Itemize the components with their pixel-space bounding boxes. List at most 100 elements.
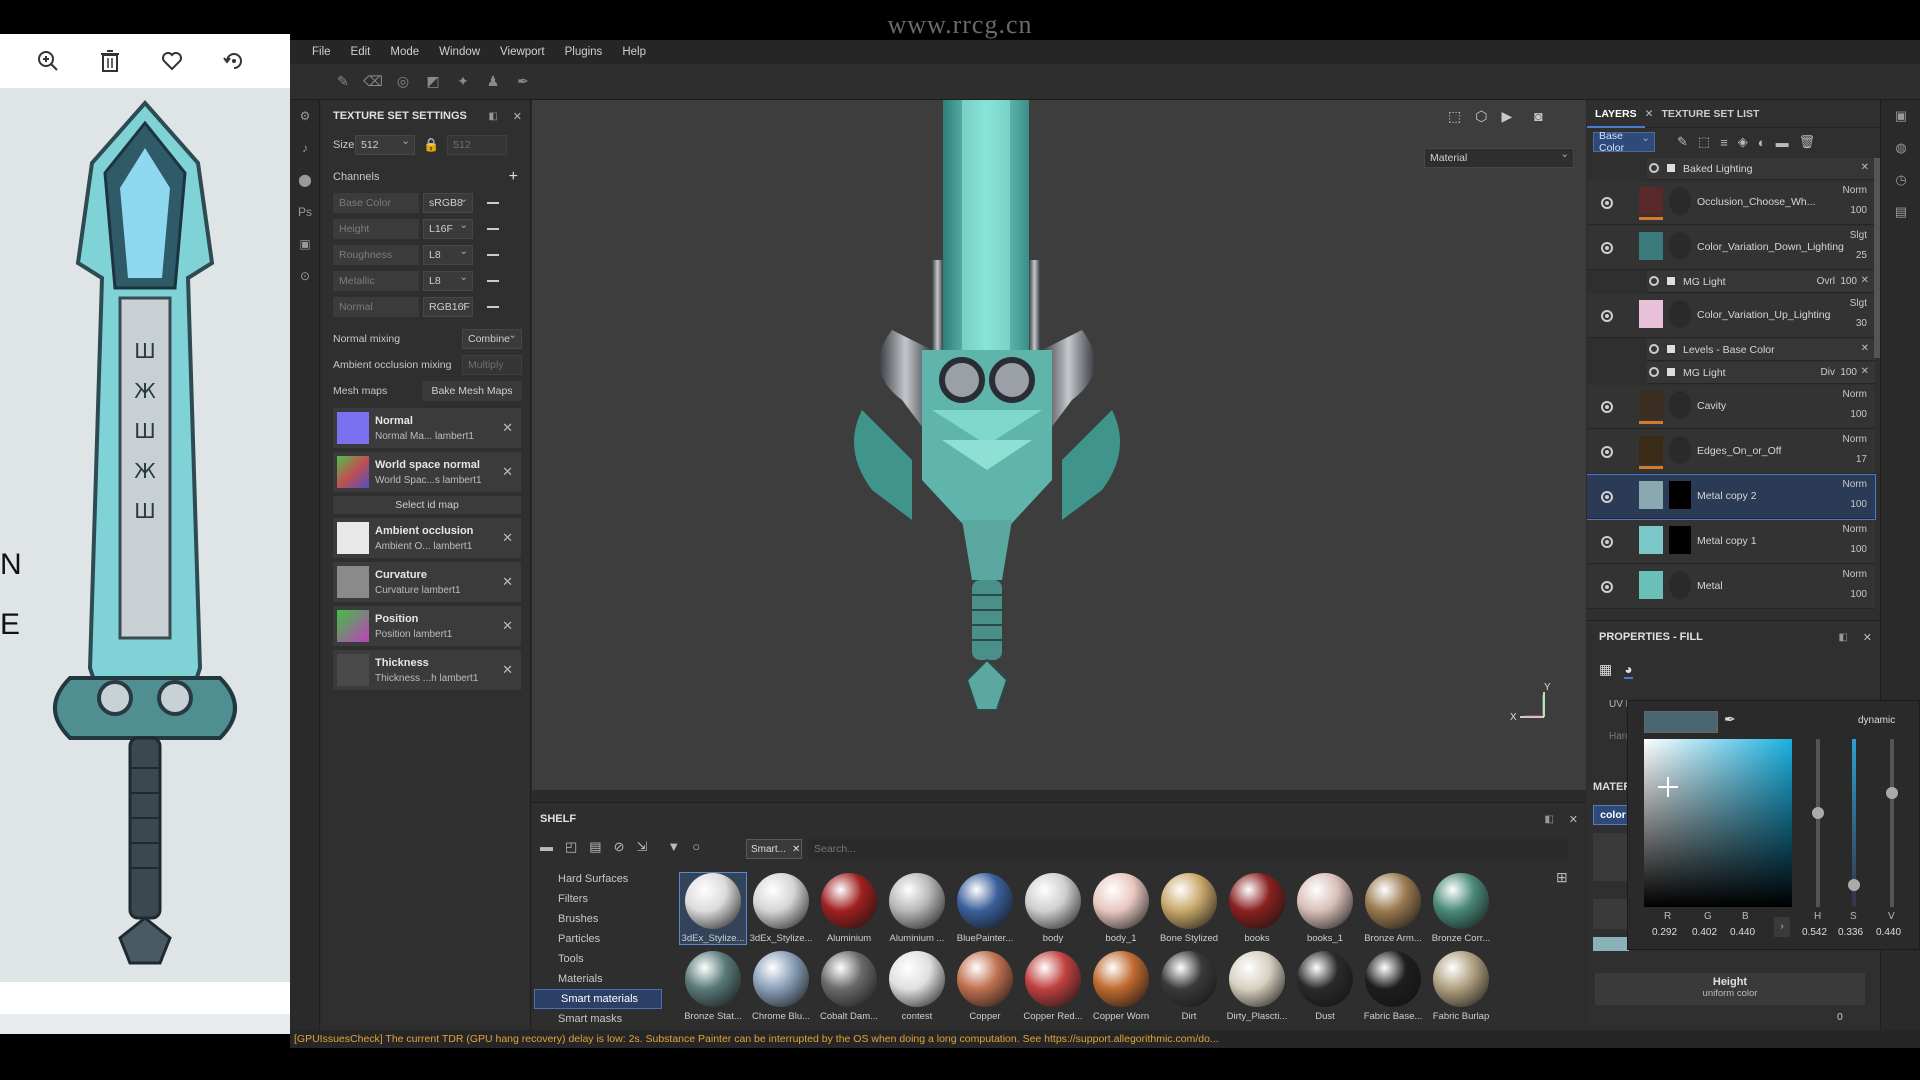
menu-mode[interactable]: Mode bbox=[380, 46, 429, 58]
layer-row[interactable]: Metal copy 2 Norm 100 bbox=[1587, 474, 1876, 520]
select-id-map-button[interactable]: Select id map bbox=[333, 496, 521, 514]
close-icon[interactable]: ✕ bbox=[1645, 108, 1654, 120]
smart-material-thumbnail[interactable]: contest bbox=[884, 951, 950, 1022]
filter-tag[interactable]: Smart... ✕ bbox=[746, 839, 802, 859]
layer-blend-mode[interactable]: Norm bbox=[1843, 524, 1867, 535]
smart-material-thumbnail[interactable]: Fabric Base... bbox=[1360, 951, 1426, 1022]
effect-blend-mode[interactable]: Ovrl bbox=[1817, 276, 1835, 287]
menu-viewport[interactable]: Viewport bbox=[490, 46, 555, 58]
b-value[interactable]: 0.440 bbox=[1730, 927, 1755, 938]
new-icon[interactable]: ◰ bbox=[565, 839, 577, 855]
effect-blend-mode[interactable]: Div bbox=[1821, 367, 1835, 378]
menu-edit[interactable]: Edit bbox=[341, 46, 381, 58]
channel-format-select[interactable]: L8 bbox=[423, 271, 473, 291]
layer-effect-row[interactable]: MG Light Ovrl 100 ✕ bbox=[1647, 271, 1875, 293]
history-icon[interactable]: ◷ bbox=[1881, 164, 1920, 196]
pin-icon[interactable]: ◧ bbox=[489, 111, 498, 122]
value-slider[interactable] bbox=[1886, 739, 1898, 907]
clone-stamp-icon[interactable]: ♟ bbox=[484, 73, 502, 91]
shelf-category-item[interactable]: Smart masks bbox=[532, 1009, 662, 1029]
add-mask-icon[interactable]: ◐ bbox=[1758, 135, 1766, 150]
layer-effect-row[interactable]: MG Light Div 100 ✕ bbox=[1647, 362, 1875, 384]
channel-select[interactable]: Base Color bbox=[1593, 130, 1655, 154]
trash-icon[interactable] bbox=[92, 43, 128, 79]
layer-blend-mode[interactable]: Norm bbox=[1843, 434, 1867, 445]
size-select[interactable]: 512 bbox=[355, 135, 415, 155]
export-icon[interactable]: ▣ bbox=[290, 228, 320, 260]
tab-layers[interactable]: LAYERS bbox=[1587, 100, 1645, 128]
layer-mask-thumbnail[interactable] bbox=[1669, 571, 1691, 599]
2d-view-icon[interactable]: ⬚ bbox=[1448, 108, 1461, 125]
visibility-eye-icon[interactable] bbox=[1601, 241, 1613, 254]
layer-name[interactable]: Metal copy 1 bbox=[1697, 535, 1757, 547]
smart-material-thumbnail[interactable]: Copper Worn bbox=[1088, 951, 1154, 1022]
smart-material-thumbnail[interactable]: Copper bbox=[952, 951, 1018, 1022]
layer-row[interactable]: Cavity Norm 100 bbox=[1587, 385, 1875, 429]
remove-map-icon[interactable]: ✕ bbox=[502, 662, 513, 678]
remove-effect-icon[interactable]: ✕ bbox=[1861, 275, 1869, 286]
layers-icon[interactable]: ▣ bbox=[1881, 100, 1920, 132]
smart-material-thumbnail[interactable]: Aluminium bbox=[816, 873, 882, 944]
layer-mask-thumbnail[interactable] bbox=[1669, 436, 1691, 464]
smart-material-thumbnail[interactable]: Bronze Corr... bbox=[1428, 873, 1494, 944]
viewport-mode-select[interactable]: Material bbox=[1424, 148, 1574, 168]
close-icon[interactable]: ✕ bbox=[1569, 813, 1578, 826]
mesh-map-item[interactable]: Position Position lambert1 ✕ bbox=[333, 606, 521, 646]
remove-filter-icon[interactable]: ✕ bbox=[792, 844, 800, 855]
h-value[interactable]: 0.542 bbox=[1802, 927, 1827, 938]
visibility-eye-icon[interactable] bbox=[1649, 163, 1659, 173]
smart-material-thumbnail[interactable]: Cobalt Dam... bbox=[816, 951, 882, 1022]
3d-view-icon[interactable]: ⬡ bbox=[1475, 108, 1487, 125]
menu-help[interactable]: Help bbox=[612, 46, 656, 58]
layer-name[interactable]: Color_Variation_Up_Lighting bbox=[1697, 309, 1830, 321]
layer-name[interactable]: Edges_On_or_Off bbox=[1697, 445, 1781, 457]
remove-effect-icon[interactable]: ✕ bbox=[1861, 343, 1869, 354]
s-value[interactable]: 0.336 bbox=[1838, 927, 1863, 938]
layer-mask-thumbnail[interactable] bbox=[1669, 526, 1691, 554]
smart-material-thumbnail[interactable]: Fabric Burlap bbox=[1428, 951, 1494, 1022]
remove-effect-icon[interactable]: ✕ bbox=[1861, 366, 1869, 377]
smart-material-thumbnail[interactable]: Copper Red... bbox=[1020, 951, 1086, 1022]
lock-icon[interactable]: 🔒 bbox=[423, 137, 439, 153]
bell-icon[interactable]: ♪ bbox=[290, 132, 320, 164]
layer-opacity[interactable]: 17 bbox=[1856, 454, 1867, 465]
layer-row[interactable]: Color_Variation_Up_Lighting Slgt 30 bbox=[1587, 294, 1875, 338]
bake-mesh-maps-button[interactable]: Bake Mesh Maps bbox=[422, 381, 522, 401]
layer-opacity[interactable]: 100 bbox=[1850, 409, 1867, 420]
eraser-icon[interactable]: ⌫ bbox=[363, 73, 383, 91]
3d-viewport[interactable]: Y X ⬚ ⬡ ▶ ◙ Material bbox=[532, 100, 1586, 790]
shelf-category-item[interactable]: Filters bbox=[532, 889, 662, 909]
height-channel-block[interactable]: Height uniform color bbox=[1595, 973, 1865, 1005]
folder-icon[interactable]: ▬ bbox=[540, 839, 553, 855]
smart-material-thumbnail[interactable]: books_1 bbox=[1292, 873, 1358, 944]
smart-material-thumbnail[interactable]: 3dEx_Stylize... bbox=[748, 873, 814, 944]
visibility-eye-icon[interactable] bbox=[1601, 445, 1613, 458]
layer-mask-thumbnail[interactable] bbox=[1669, 187, 1691, 215]
layer-row[interactable]: Occlusion_Choose_Wh... Norm 100 bbox=[1587, 181, 1875, 225]
import-icon[interactable]: ⇲ bbox=[637, 839, 648, 855]
layer-name[interactable]: Occlusion_Choose_Wh... bbox=[1697, 196, 1815, 208]
shelf-category-item[interactable]: Hard Surfaces bbox=[532, 869, 662, 889]
visibility-eye-icon[interactable] bbox=[1601, 309, 1613, 322]
add-channel-icon[interactable]: + bbox=[509, 168, 518, 186]
hide-icon[interactable]: ⊘ bbox=[614, 839, 625, 855]
v-value[interactable]: 0.440 bbox=[1876, 927, 1901, 938]
layer-mask-thumbnail[interactable] bbox=[1669, 300, 1691, 328]
layer-name[interactable]: Metal bbox=[1697, 580, 1723, 592]
delete-layer-icon[interactable]: 🗑 bbox=[1799, 134, 1816, 150]
layer-blend-mode[interactable]: Slgt bbox=[1850, 298, 1867, 309]
remove-map-icon[interactable]: ✕ bbox=[502, 464, 513, 480]
add-layer-icon[interactable]: ≡ bbox=[1720, 135, 1728, 150]
photoshop-icon[interactable]: Ps bbox=[290, 196, 320, 228]
remove-map-icon[interactable]: ✕ bbox=[502, 618, 513, 634]
screenshot-camera-icon[interactable]: ◙ bbox=[1534, 108, 1542, 125]
layer-mask-thumbnail[interactable] bbox=[1669, 481, 1691, 509]
shelf-category-item[interactable]: Brushes bbox=[532, 909, 662, 929]
layer-opacity[interactable]: 30 bbox=[1856, 318, 1867, 329]
layer-blend-mode[interactable]: Norm bbox=[1843, 185, 1867, 196]
layer-blend-mode[interactable]: Norm bbox=[1843, 569, 1867, 580]
layer-row[interactable]: Color_Variation_Down_Lighting Slgt 25 bbox=[1587, 226, 1875, 270]
smart-material-thumbnail[interactable]: books bbox=[1224, 873, 1290, 944]
visibility-eye-icon[interactable] bbox=[1601, 580, 1613, 593]
layer-blend-mode[interactable]: Slgt bbox=[1850, 230, 1867, 241]
